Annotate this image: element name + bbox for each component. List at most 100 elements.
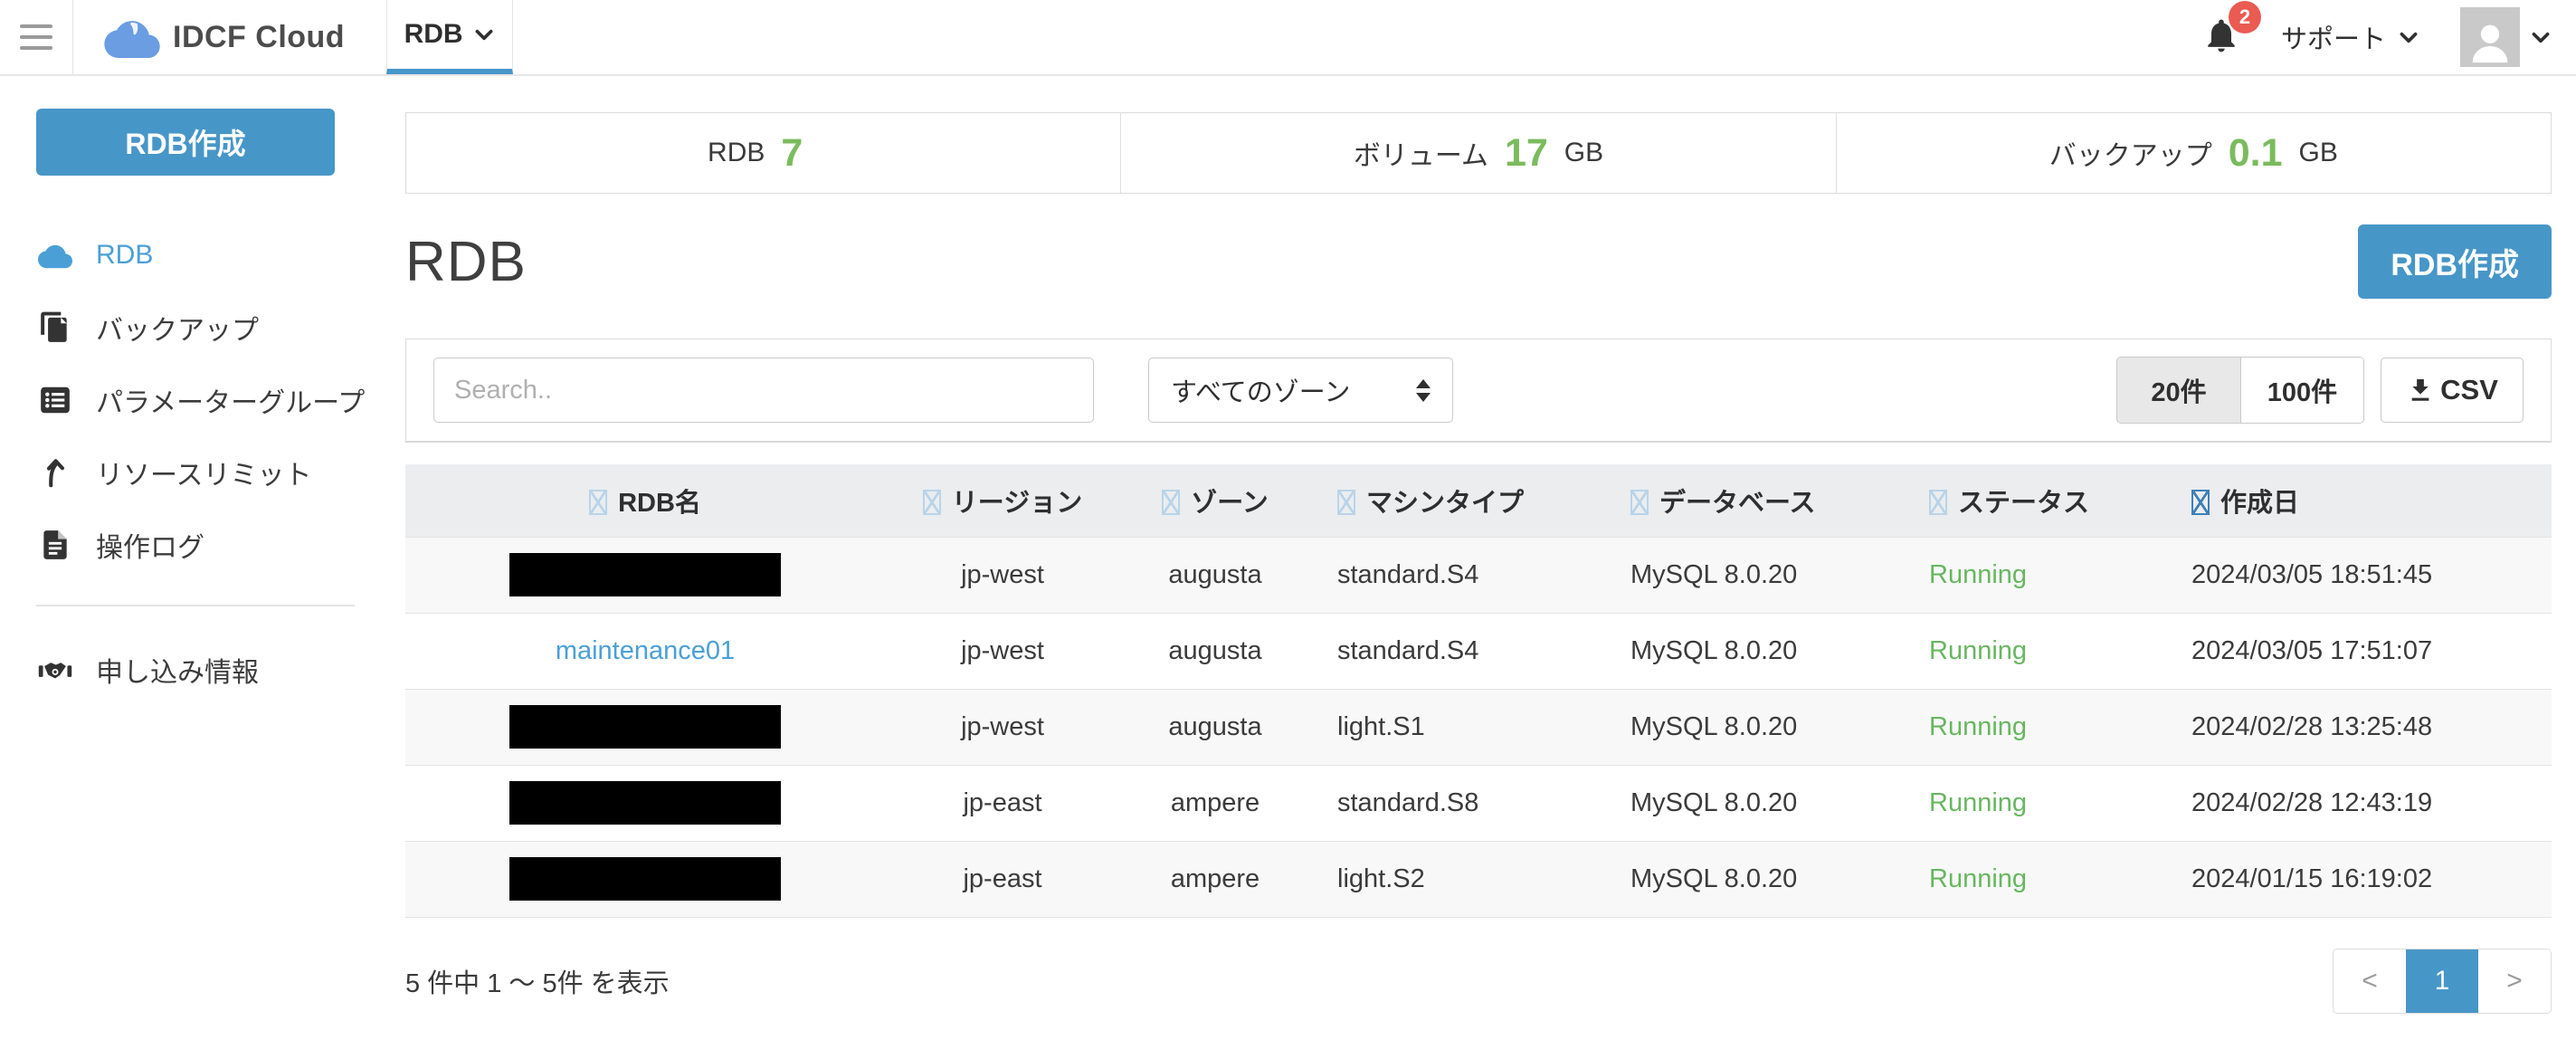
file-icon xyxy=(36,528,74,562)
table-row: jp-eastamperestandard.S8MySQL 8.0.20Runn… xyxy=(405,765,2552,841)
usage-stats-bar: RDB 7 ボリューム 17 GB バックアップ 0.1 GB xyxy=(405,112,2552,194)
zone-cell: augusta xyxy=(1120,613,1310,689)
sidebar-divider xyxy=(36,605,355,606)
region-cell: jp-west xyxy=(885,689,1120,765)
created-date-cell: 2024/03/05 17:51:07 xyxy=(2179,613,2552,689)
create-rdb-button[interactable]: RDB作成 xyxy=(2358,224,2552,299)
status-badge: Running xyxy=(1929,788,2027,817)
brand-logo[interactable]: IDCF Cloud xyxy=(73,0,386,74)
zone-select-value: すべてのゾーン xyxy=(1171,371,1350,409)
arrow-up-icon xyxy=(36,455,74,490)
sidebar-item-rdb[interactable]: RDB xyxy=(36,219,405,291)
sidebar-item-operation-log[interactable]: 操作ログ xyxy=(36,509,405,581)
account-menu[interactable] xyxy=(2460,7,2552,67)
sidebar-item-parameter-groups[interactable]: パラメーターグループ xyxy=(36,364,405,436)
support-label: サポート xyxy=(2281,18,2386,56)
status-badge: Running xyxy=(1929,864,2027,893)
zone-select[interactable]: すべてのゾーン xyxy=(1148,358,1453,423)
column-header-label: ゾーン xyxy=(1191,489,1269,518)
column-header-1[interactable]: RDB名 xyxy=(405,464,885,537)
sort-icon xyxy=(1929,490,1947,515)
filter-bar: すべてのゾーン 20件 100件 CSV xyxy=(405,339,2552,443)
stat-unit: GB xyxy=(2299,138,2338,168)
zone-cell: ampere xyxy=(1120,765,1310,841)
avatar xyxy=(2460,7,2520,67)
csv-label: CSV xyxy=(2440,374,2498,406)
sort-icon xyxy=(1630,490,1649,515)
zone-cell: augusta xyxy=(1120,537,1310,613)
handshake-icon xyxy=(36,653,74,687)
pagination-next-button[interactable]: > xyxy=(2478,949,2551,1013)
chevron-down-icon xyxy=(472,23,496,46)
search-input[interactable] xyxy=(433,358,1094,423)
column-header-5[interactable]: データベース xyxy=(1618,464,1916,537)
column-header-7[interactable]: 作成日 xyxy=(2179,464,2552,537)
column-header-3[interactable]: ゾーン xyxy=(1120,464,1310,537)
stat-rdb: RDB 7 xyxy=(406,113,1120,193)
sidebar-item-label: 操作ログ xyxy=(96,525,204,565)
main-content: RDB 7 ボリューム 17 GB バックアップ 0.1 GB RDB RDB作… xyxy=(405,76,2576,1057)
region-cell: jp-west xyxy=(885,613,1120,689)
sidebar-item-application-info[interactable]: 申し込み情報 xyxy=(36,634,405,706)
topbar: IDCF Cloud RDB 2 サポート xyxy=(0,0,2576,76)
database-cell: MySQL 8.0.20 xyxy=(1618,841,1916,917)
sidebar-item-label: パラメーターグループ xyxy=(96,380,365,420)
rdb-name-link[interactable]: maintenance01 xyxy=(556,636,735,665)
page-size-20-button[interactable]: 20件 xyxy=(2117,358,2240,423)
select-arrows-icon xyxy=(1416,379,1431,402)
service-tab-label: RDB xyxy=(404,19,463,50)
sidebar-nav: RDB バックアップ パラメーターグループ リソースリミット xyxy=(36,219,405,581)
page-size-group: 20件 100件 xyxy=(2116,357,2364,424)
table-row: maintenance01 jp-westaugustastandard.S4My… xyxy=(405,613,2552,689)
sort-icon xyxy=(1337,490,1355,515)
support-menu[interactable]: サポート xyxy=(2281,18,2420,56)
redacted-rdb-name xyxy=(509,553,781,596)
sidebar-item-resource-limit[interactable]: リソースリミット xyxy=(36,436,405,509)
sidebar-create-rdb-button[interactable]: RDB作成 xyxy=(36,109,335,176)
status-cell: Running xyxy=(1916,613,2179,689)
rdb-table: RDB名リージョン ゾーン マシンタイプ データベース ステータス 作成日 jp-west… xyxy=(405,464,2552,918)
pagination-page-1-button[interactable]: 1 xyxy=(2406,949,2478,1013)
notifications-button[interactable]: 2 xyxy=(2201,15,2241,60)
column-header-label: ステータス xyxy=(1958,489,2089,518)
created-date-cell: 2024/02/28 12:43:19 xyxy=(2179,765,2552,841)
stat-backup: バックアップ 0.1 GB xyxy=(1836,113,2551,193)
chevron-down-icon xyxy=(2397,25,2420,49)
page-title: RDB xyxy=(405,230,527,294)
database-cell: MySQL 8.0.20 xyxy=(1618,537,1916,613)
cloud-icon xyxy=(36,238,74,272)
created-date-cell: 2024/02/28 13:25:48 xyxy=(2179,689,2552,765)
column-header-2[interactable]: リージョン xyxy=(885,464,1120,537)
csv-download-button[interactable]: CSV xyxy=(2381,358,2524,423)
database-cell: MySQL 8.0.20 xyxy=(1618,613,1916,689)
machine-type-cell: light.S1 xyxy=(1310,689,1618,765)
pagination-prev-button[interactable]: < xyxy=(2334,949,2406,1013)
region-cell: jp-east xyxy=(885,841,1120,917)
column-header-label: データベース xyxy=(1659,489,1816,518)
service-tab-rdb[interactable]: RDB xyxy=(386,0,513,74)
status-badge: Running xyxy=(1929,636,2027,665)
created-date-cell: 2024/03/05 18:51:45 xyxy=(2179,537,2552,613)
column-header-4[interactable]: マシンタイプ xyxy=(1310,464,1618,537)
column-header-6[interactable]: ステータス xyxy=(1916,464,2179,537)
sort-icon xyxy=(923,490,941,515)
machine-type-cell: standard.S4 xyxy=(1310,613,1618,689)
sidebar-item-backup[interactable]: バックアップ xyxy=(36,291,405,364)
sidebar-item-label: 申し込み情報 xyxy=(96,650,259,690)
region-cell: jp-west xyxy=(885,537,1120,613)
sidebar-item-label: リソースリミット xyxy=(96,453,312,492)
zone-cell: ampere xyxy=(1120,841,1310,917)
table-row: jp-eastamperelight.S2MySQL 8.0.20Running… xyxy=(405,841,2552,917)
page-size-100-button[interactable]: 100件 xyxy=(2240,358,2363,423)
zone-cell: augusta xyxy=(1120,689,1310,765)
table-row: jp-westaugustalight.S1MySQL 8.0.20Runnin… xyxy=(405,689,2552,765)
column-header-label: マシンタイプ xyxy=(1366,489,1524,518)
cloud-logo-icon xyxy=(104,16,160,58)
menu-toggle-button[interactable] xyxy=(0,0,72,74)
status-cell: Running xyxy=(1916,765,2179,841)
stat-label: RDB xyxy=(708,138,765,168)
results-summary: 5 件中 1 〜 5件 を表示 xyxy=(405,962,670,1000)
sort-icon xyxy=(1162,490,1180,515)
redacted-rdb-name xyxy=(509,705,781,749)
stat-value: 7 xyxy=(781,131,803,176)
